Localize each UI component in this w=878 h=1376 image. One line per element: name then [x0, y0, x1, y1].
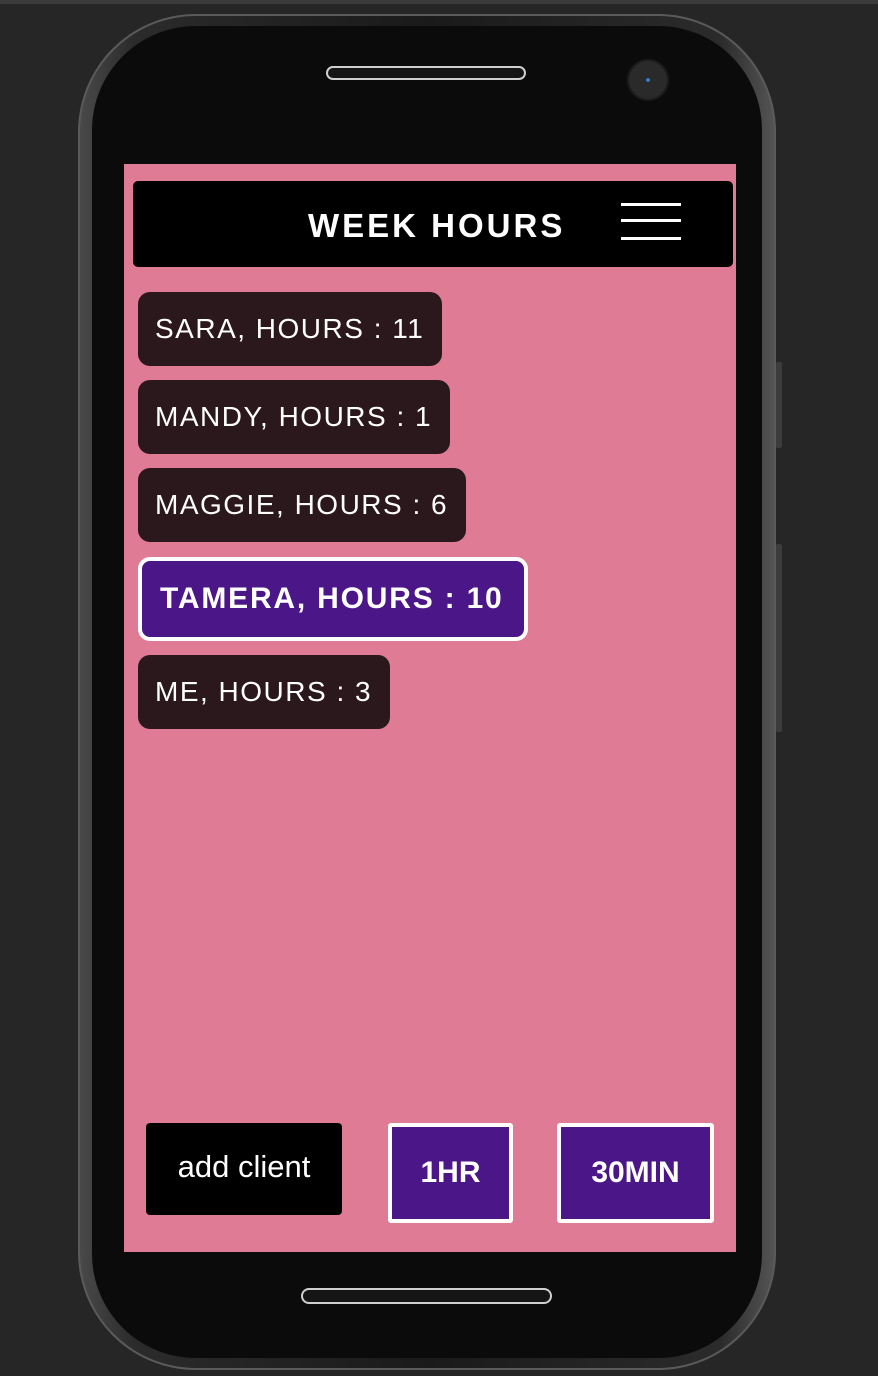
client-item-mandy[interactable]: MANDY, HOURS : 1 [138, 380, 451, 454]
menu-bar-top [621, 203, 681, 206]
client-item-me[interactable]: ME, HOURS : 3 [138, 655, 391, 729]
camera-lens [646, 78, 650, 82]
side-button-upper [776, 362, 782, 448]
device-mockup-stage: WEEK HOURS SARA, HOURS : 11 MANDY, HOURS… [0, 0, 878, 1376]
add-thirty-minutes-button[interactable]: 30MIN [557, 1123, 714, 1223]
side-button-lower [776, 544, 782, 732]
menu-bar-bottom [621, 237, 681, 240]
menu-bar-middle [621, 219, 681, 222]
add-one-hour-button[interactable]: 1HR [388, 1123, 513, 1223]
app-header: WEEK HOURS [133, 181, 733, 267]
earpiece-speaker [326, 66, 526, 80]
add-client-button[interactable]: add client [146, 1123, 342, 1215]
client-item-maggie[interactable]: MAGGIE, HOURS : 6 [138, 468, 467, 542]
hamburger-menu-icon[interactable] [621, 203, 683, 243]
home-indicator [301, 1288, 552, 1304]
page-title: WEEK HOURS [308, 207, 566, 244]
top-strip [0, 0, 878, 4]
client-item-sara[interactable]: SARA, HOURS : 11 [138, 292, 443, 366]
front-camera-icon [629, 61, 667, 99]
app-screen: WEEK HOURS SARA, HOURS : 11 MANDY, HOURS… [124, 164, 736, 1252]
client-item-tamera-selected[interactable]: TAMERA, HOURS : 10 [138, 557, 528, 641]
